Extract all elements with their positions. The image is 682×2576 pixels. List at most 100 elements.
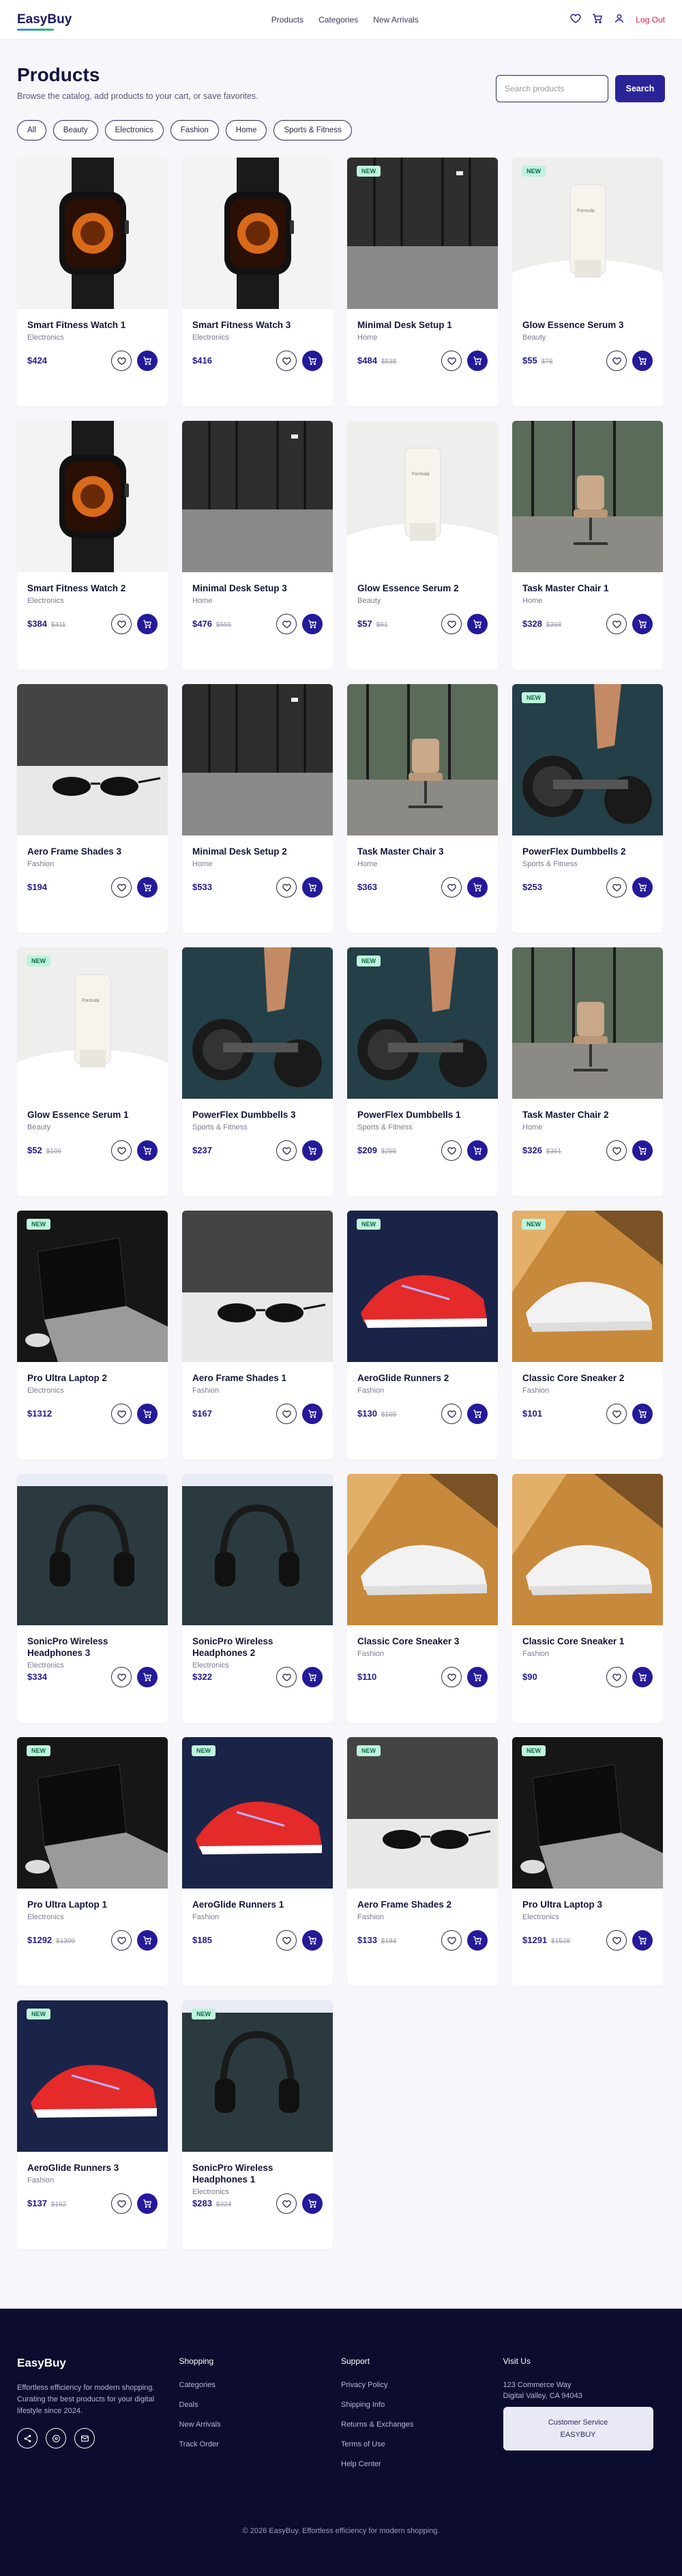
add-to-wishlist-button[interactable] [111, 351, 132, 371]
footer-link-terms[interactable]: Terms of Use [341, 2440, 503, 2448]
product-image[interactable] [182, 1474, 333, 1625]
product-image[interactable] [512, 1474, 663, 1625]
product-card-minimal-desk-setup-1[interactable]: NEW Minimal Desk Setup 1 Home $484 $538 [347, 158, 498, 406]
add-to-wishlist-button[interactable] [276, 2193, 297, 2214]
add-to-cart-button[interactable] [137, 877, 158, 898]
product-image[interactable]: NEW [512, 1737, 663, 1889]
customer-service-box[interactable]: Customer Service EASYBUY [503, 2407, 653, 2451]
product-card-smart-fitness-watch-1[interactable]: Smart Fitness Watch 1 Electronics $424 [17, 158, 168, 406]
add-to-cart-button[interactable] [632, 1140, 653, 1161]
product-name[interactable]: Minimal Desk Setup 2 [192, 846, 323, 857]
add-to-wishlist-button[interactable] [111, 1667, 132, 1687]
product-name[interactable]: Pro Ultra Laptop 3 [522, 1899, 653, 1910]
product-card-smart-fitness-watch-2[interactable]: Smart Fitness Watch 2 Electronics $384 $411 [17, 421, 168, 670]
add-to-cart-button[interactable] [137, 1930, 158, 1951]
product-card-sonicpro-wireless-headphones-1[interactable]: NEW SonicPro Wireless Headphones 1 Electro… [182, 2000, 333, 2249]
footer-link-help[interactable]: Help Center [341, 2460, 503, 2468]
add-to-cart-button[interactable] [467, 614, 488, 634]
product-name[interactable]: Task Master Chair 1 [522, 582, 653, 594]
filter-fashion[interactable]: Fashion [170, 120, 219, 140]
add-to-wishlist-button[interactable] [276, 1404, 297, 1424]
product-image[interactable]: Formula NEW [17, 947, 168, 1099]
add-to-cart-button[interactable] [467, 351, 488, 371]
add-to-cart-button[interactable] [632, 1930, 653, 1951]
add-to-wishlist-button[interactable] [111, 1930, 132, 1951]
product-card-powerflex-dumbbells-1[interactable]: NEW PowerFlex Dumbbells 1 Sports & Fitness… [347, 947, 498, 1196]
logo[interactable]: EasyBuy [17, 12, 72, 31]
add-to-wishlist-button[interactable] [606, 877, 627, 898]
add-to-wishlist-button[interactable] [111, 1140, 132, 1161]
product-card-pro-ultra-laptop-1[interactable]: NEW Pro Ultra Laptop 1 Electronics $1292 $13… [17, 1737, 168, 1986]
product-image[interactable]: NEW [182, 1737, 333, 1889]
add-to-cart-button[interactable] [137, 1667, 158, 1687]
add-to-cart-button[interactable] [632, 877, 653, 898]
product-image[interactable] [347, 1474, 498, 1625]
globe-icon[interactable] [46, 2428, 66, 2448]
product-image[interactable]: NEW [17, 1737, 168, 1889]
product-name[interactable]: Aero Frame Shades 3 [27, 846, 158, 857]
add-to-wishlist-button[interactable] [276, 877, 297, 898]
add-to-wishlist-button[interactable] [441, 877, 462, 898]
filter-home[interactable]: Home [225, 120, 267, 140]
product-name[interactable]: PowerFlex Dumbbells 2 [522, 846, 653, 857]
product-image[interactable]: Formula NEW [512, 158, 663, 309]
add-to-cart-button[interactable] [137, 614, 158, 634]
product-card-aeroglide-runners-3[interactable]: NEW AeroGlide Runners 3 Fashion $137 $162 [17, 2000, 168, 2249]
add-to-cart-button[interactable] [137, 1404, 158, 1424]
footer-link-categories[interactable]: Categories [179, 2381, 342, 2389]
add-to-cart-button[interactable] [467, 1930, 488, 1951]
product-card-pro-ultra-laptop-2[interactable]: NEW Pro Ultra Laptop 2 Electronics $1312 [17, 1211, 168, 1460]
product-image[interactable]: Formula [347, 421, 498, 572]
nav-products[interactable]: Products [271, 15, 303, 25]
add-to-wishlist-button[interactable] [606, 351, 627, 371]
product-image[interactable]: NEW [347, 158, 498, 309]
product-name[interactable]: Classic Core Sneaker 1 [522, 1635, 653, 1647]
footer-link-shipping[interactable]: Shipping Info [341, 2401, 503, 2409]
add-to-cart-button[interactable] [137, 351, 158, 371]
product-card-classic-core-sneaker-3[interactable]: Classic Core Sneaker 3 Fashion $110 [347, 1474, 498, 1723]
product-name[interactable]: SonicPro Wireless Headphones 3 [27, 1635, 158, 1659]
product-name[interactable]: AeroGlide Runners 2 [357, 1372, 488, 1384]
product-image[interactable] [17, 158, 168, 309]
user-icon[interactable] [614, 13, 625, 26]
add-to-wishlist-button[interactable] [606, 1667, 627, 1687]
product-image[interactable]: NEW [182, 2000, 333, 2152]
product-name[interactable]: Glow Essence Serum 3 [522, 319, 653, 331]
footer-link-privacy[interactable]: Privacy Policy [341, 2381, 503, 2389]
add-to-wishlist-button[interactable] [606, 1140, 627, 1161]
product-name[interactable]: Minimal Desk Setup 3 [192, 582, 323, 594]
product-image[interactable]: NEW [347, 947, 498, 1099]
product-card-aero-frame-shades-1[interactable]: Aero Frame Shades 1 Fashion $167 [182, 1211, 333, 1460]
product-card-task-master-chair-3[interactable]: Task Master Chair 3 Home $363 [347, 684, 498, 933]
product-name[interactable]: Minimal Desk Setup 1 [357, 319, 488, 331]
product-name[interactable]: SonicPro Wireless Headphones 1 [192, 2162, 323, 2185]
product-card-glow-essence-serum-2[interactable]: Formula Glow Essence Serum 2 Beauty $57 $81 [347, 421, 498, 670]
product-image[interactable]: NEW [17, 2000, 168, 2152]
add-to-cart-button[interactable] [137, 2193, 158, 2214]
add-to-wishlist-button[interactable] [111, 614, 132, 634]
product-image[interactable]: NEW [347, 1211, 498, 1362]
add-to-cart-button[interactable] [467, 1404, 488, 1424]
add-to-cart-button[interactable] [302, 614, 323, 634]
product-name[interactable]: Glow Essence Serum 2 [357, 582, 488, 594]
add-to-cart-button[interactable] [467, 1667, 488, 1687]
product-name[interactable]: Aero Frame Shades 1 [192, 1372, 323, 1384]
product-name[interactable]: Aero Frame Shades 2 [357, 1899, 488, 1910]
product-name[interactable]: Task Master Chair 2 [522, 1109, 653, 1121]
product-card-classic-core-sneaker-2[interactable]: NEW Classic Core Sneaker 2 Fashion $101 [512, 1211, 663, 1460]
add-to-wishlist-button[interactable] [276, 614, 297, 634]
nav-categories[interactable]: Categories [318, 15, 358, 25]
product-card-minimal-desk-setup-3[interactable]: Minimal Desk Setup 3 Home $476 $555 [182, 421, 333, 670]
product-name[interactable]: Smart Fitness Watch 2 [27, 582, 158, 594]
product-image[interactable]: NEW [512, 684, 663, 835]
add-to-wishlist-button[interactable] [111, 2193, 132, 2214]
product-name[interactable]: Smart Fitness Watch 3 [192, 319, 323, 331]
add-to-cart-button[interactable] [302, 351, 323, 371]
product-image[interactable] [512, 421, 663, 572]
cart-icon[interactable] [592, 13, 603, 26]
product-image[interactable] [17, 1474, 168, 1625]
product-card-aeroglide-runners-2[interactable]: NEW AeroGlide Runners 2 Fashion $130 $169 [347, 1211, 498, 1460]
product-image[interactable] [182, 947, 333, 1099]
add-to-wishlist-button[interactable] [441, 1404, 462, 1424]
footer-link-returns[interactable]: Returns & Exchanges [341, 2420, 503, 2429]
